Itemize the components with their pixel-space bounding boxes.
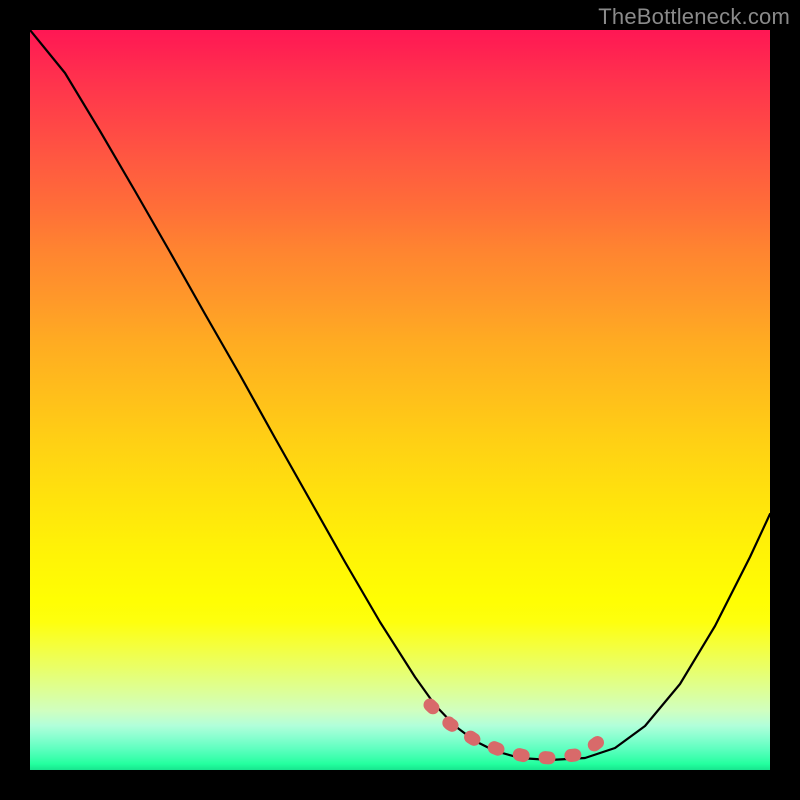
bottleneck-curve (30, 30, 770, 760)
chart-plot-area (30, 30, 770, 770)
chart-svg (30, 30, 770, 770)
chart-frame: TheBottleneck.com (0, 0, 800, 800)
ideal-match-segment (430, 705, 605, 758)
watermark-text: TheBottleneck.com (598, 4, 790, 30)
